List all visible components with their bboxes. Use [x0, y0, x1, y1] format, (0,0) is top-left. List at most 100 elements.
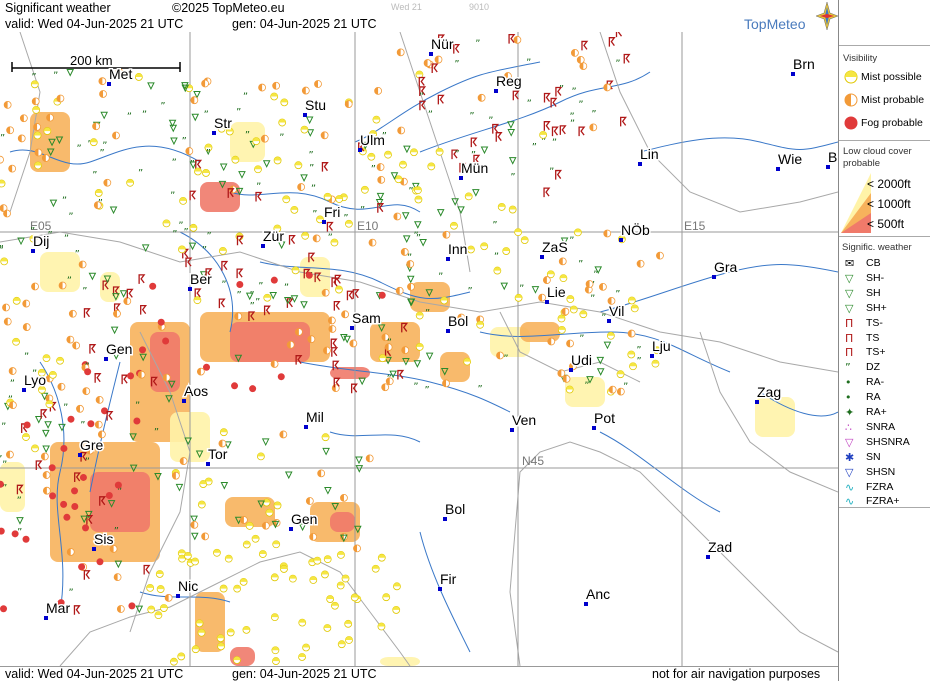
- shower-icon: [58, 423, 66, 432]
- fog-icon: [305, 271, 313, 279]
- shower-icon: [531, 286, 540, 294]
- mist-probable-icon: [538, 293, 546, 302]
- mist-probable-icon: [190, 96, 199, 105]
- legend-sigwx-label: CB: [866, 257, 881, 269]
- mist-probable-icon: [98, 77, 107, 86]
- mist-possible-icon: [337, 640, 346, 649]
- drizzle-icon: ”: [623, 382, 628, 393]
- mist-probable-icon: [407, 282, 415, 291]
- drizzle-icon: ”: [637, 356, 642, 367]
- mist-possible-icon: [251, 534, 260, 543]
- mist-possible-icon: [12, 337, 20, 346]
- legend-sigwx-label: SHSN: [866, 465, 896, 478]
- mist-possible-icon: [399, 160, 407, 169]
- drizzle-icon: ”: [0, 133, 5, 144]
- mist-probable-icon: [261, 521, 270, 530]
- river: [419, 71, 651, 153]
- city-label: Aos: [184, 383, 208, 399]
- shower-icon: [300, 174, 308, 183]
- drizzle-icon: ”: [578, 259, 583, 270]
- mist-possible-icon: [272, 657, 280, 665]
- legend-cloud-500: < 500ft: [867, 217, 905, 231]
- mist-possible-icon: [254, 165, 262, 174]
- mist-probable-icon: [384, 343, 393, 352]
- city-label: Zad: [708, 539, 732, 555]
- mist-probable-icon: [196, 367, 205, 376]
- mist-probable-icon: [6, 126, 15, 135]
- mist-possible-icon: [480, 242, 489, 251]
- drizzle-icon: ”: [92, 170, 97, 181]
- shower-icon: [376, 192, 385, 201]
- thunderstorm-icon: [346, 290, 354, 301]
- thunderstorm-icon: [615, 32, 623, 38]
- shower-icon: [355, 456, 363, 465]
- mist-possible-icon: [514, 293, 523, 302]
- city-label: B: [828, 149, 837, 165]
- fog-icon: [22, 535, 30, 543]
- city-marker: [104, 357, 108, 361]
- city-label: Udi: [571, 352, 592, 368]
- footer: valid: Wed 04-Jun-2025 21 UTC gen: 04-Ju…: [0, 666, 838, 682]
- drizzle-icon: ”: [526, 58, 531, 69]
- mist-probable-icon: [57, 382, 66, 391]
- legend-sigwx-title: Signific. weather: [842, 242, 912, 253]
- city-marker: [304, 425, 308, 429]
- city-marker: [443, 517, 447, 521]
- thunderstorm-icon: [470, 137, 478, 148]
- fog-icon: [231, 382, 239, 390]
- drizzle-icon: ”: [475, 38, 480, 49]
- shower-icon: [300, 301, 308, 309]
- mist-probable-icon: [434, 55, 443, 64]
- thunderstorm-icon: [397, 369, 405, 380]
- thunderstorm-icon: [94, 373, 102, 383]
- mist-probable-icon: [270, 360, 279, 368]
- shower-icon: [472, 189, 480, 197]
- city-label: Wie: [778, 151, 802, 167]
- mist-probable-icon: [377, 175, 386, 184]
- weather-map[interactable]: E05 E10 E15 N45 200 km ”””””””””””””””””…: [0, 32, 838, 666]
- mist-probable-icon: [349, 339, 358, 348]
- thunderstorm-icon: [352, 289, 360, 299]
- drizzle-icon: ”: [85, 361, 90, 372]
- drizzle-icon: ”: [190, 159, 195, 170]
- city-label: Reg: [496, 73, 522, 89]
- drizzle-icon: ”: [428, 110, 433, 121]
- mist-possible-icon: [272, 540, 281, 549]
- mist-probable-icon: [34, 148, 43, 157]
- city-label: Gra: [714, 259, 738, 275]
- legend-sh-icon: ▽: [845, 271, 854, 285]
- shower-icon: [44, 421, 52, 429]
- border: [9, 32, 41, 213]
- drizzle-icon: ”: [245, 130, 250, 141]
- mist-possible-icon: [309, 576, 318, 584]
- drizzle-icon: ”: [170, 191, 175, 202]
- mist-possible-icon: [508, 205, 517, 214]
- drizzle-icon: ”: [584, 380, 589, 391]
- mist-possible-icon: [372, 115, 381, 124]
- mist-possible-icon: [242, 625, 251, 634]
- city-label: Fri: [324, 204, 340, 220]
- legend-ts-icon: Π: [845, 331, 854, 345]
- mist-probable-icon: [41, 154, 50, 162]
- mist-possible-icon: [217, 642, 225, 651]
- city-marker: [826, 165, 830, 169]
- mist-probable-icon: [589, 123, 598, 132]
- map-canvas: E05 E10 E15 N45 200 km ”””””””””””””””””…: [0, 32, 838, 666]
- mist-possible-icon: [193, 296, 202, 305]
- thunderstorm-icon: [40, 409, 48, 419]
- drizzle-icon: ”: [221, 279, 226, 290]
- shower-icon: [508, 157, 517, 165]
- mist-probable-icon: [312, 234, 321, 243]
- mist-probable-icon: [66, 548, 75, 556]
- thunderstorm-icon: [138, 274, 146, 284]
- mist-possible-icon: [252, 137, 261, 146]
- thunderstorm-icon: [453, 43, 461, 54]
- drizzle-icon: ”: [494, 251, 499, 262]
- mist-probable-icon: [164, 593, 173, 602]
- legend-cloud-title-1: Low cloud cover: [843, 146, 912, 157]
- low-cloud-area: [380, 657, 420, 666]
- drizzle-icon: ”: [64, 234, 69, 245]
- city-label: NÖb: [621, 221, 650, 238]
- mist-probable-icon: [95, 396, 104, 404]
- mist-possible-icon: [218, 247, 227, 255]
